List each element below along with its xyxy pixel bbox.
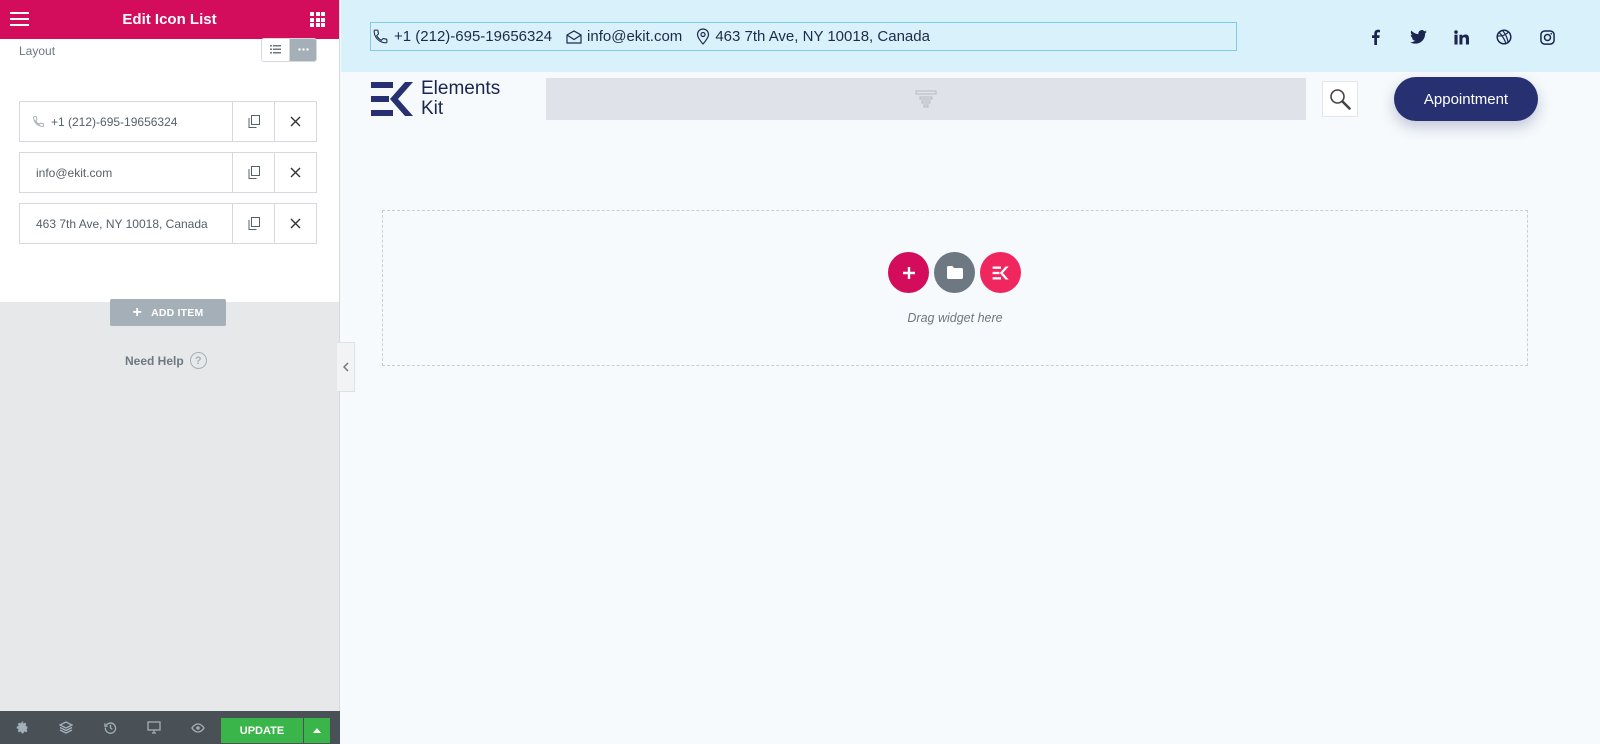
- facebook-icon[interactable]: [1366, 28, 1384, 46]
- panel-content: Layout +1 (212)-695-19656324 info@ekit.c…: [0, 37, 339, 326]
- plus-icon: [902, 266, 915, 279]
- linkedin-icon[interactable]: [1452, 28, 1470, 46]
- instagram-icon[interactable]: [1538, 28, 1556, 46]
- remove-button[interactable]: [274, 204, 316, 243]
- editor-panel: Edit Icon List Layout +1 (212)-695-19656…: [0, 0, 340, 744]
- repeater-item: 463 7th Ave, NY 10018, Canada: [19, 203, 317, 244]
- repeater-items: +1 (212)-695-19656324 info@ekit.com 463 …: [0, 62, 339, 244]
- caret-up-icon: [313, 728, 321, 733]
- contact-address[interactable]: 463 7th Ave, NY 10018, Canada: [696, 28, 930, 45]
- logo-text-line2: Kit: [421, 98, 444, 119]
- hamburger-menu-icon[interactable]: [10, 12, 29, 26]
- help-circle-icon: ?: [189, 352, 207, 369]
- repeater-item-title[interactable]: +1 (212)-695-19656324: [20, 102, 232, 141]
- contact-address-text: 463 7th Ave, NY 10018, Canada: [715, 28, 930, 45]
- ek-logo-icon: [371, 82, 413, 116]
- phone-icon: [373, 29, 388, 44]
- topbar: +1 (212)-695-19656324 info@ekit.com 463 …: [341, 0, 1600, 72]
- list-icon: [270, 45, 281, 54]
- ek-logo-icon: [992, 266, 1009, 279]
- logo-text-line1: Elements: [421, 78, 501, 99]
- folder-icon: [946, 266, 963, 279]
- panel-title: Edit Icon List: [122, 11, 217, 28]
- dribbble-icon[interactable]: [1495, 28, 1513, 46]
- logo-text: Elements Kit: [421, 79, 500, 119]
- add-item-button[interactable]: + ADD ITEM: [110, 299, 226, 326]
- map-pin-icon: [697, 28, 710, 45]
- empty-section-dropzone[interactable]: Drag widget here: [382, 210, 1528, 366]
- widgets-grid-icon[interactable]: [310, 12, 325, 27]
- icon-list-widget[interactable]: +1 (212)-695-19656324 info@ekit.com 463 …: [370, 22, 1237, 51]
- repeater-item-text: 463 7th Ave, NY 10018, Canada: [36, 216, 208, 231]
- elementskit-library-button[interactable]: [980, 252, 1021, 293]
- social-links: [1341, 28, 1556, 46]
- settings-icon[interactable]: [0, 711, 44, 744]
- need-help-link[interactable]: Need Help ?: [125, 352, 207, 369]
- layout-label: Layout: [19, 43, 56, 58]
- add-section-button[interactable]: [888, 252, 929, 293]
- layout-default-button[interactable]: [262, 38, 289, 61]
- search-icon: [1330, 89, 1351, 110]
- layout-inline-button[interactable]: [289, 38, 316, 61]
- envelope-icon: [566, 29, 582, 44]
- site-header: Elements Kit Appointment: [341, 72, 1600, 132]
- drag-widget-hint: Drag widget here: [907, 311, 1003, 325]
- contact-phone-text: +1 (212)-695-19656324: [394, 28, 553, 45]
- chevron-left-icon: [342, 362, 349, 372]
- repeater-item-title[interactable]: info@ekit.com: [20, 153, 232, 192]
- close-icon: [290, 167, 301, 178]
- duplicate-button[interactable]: [232, 204, 274, 243]
- layout-toggle: [261, 37, 317, 62]
- add-item-label: ADD ITEM: [151, 306, 204, 319]
- panel-header: Edit Icon List: [0, 0, 339, 39]
- elementskit-logo[interactable]: Elements Kit: [371, 78, 500, 120]
- copy-icon: [248, 166, 260, 179]
- search-button[interactable]: [1322, 81, 1358, 117]
- repeater-item-text: info@ekit.com: [36, 165, 113, 180]
- repeater-item-title[interactable]: 463 7th Ave, NY 10018, Canada: [20, 204, 232, 243]
- duplicate-button[interactable]: [232, 102, 274, 141]
- responsive-desktop-icon[interactable]: [132, 711, 176, 744]
- preview-eye-icon[interactable]: [176, 711, 220, 744]
- need-help-label: Need Help: [125, 353, 184, 368]
- contact-email-text: info@ekit.com: [587, 28, 683, 45]
- dropzone-buttons: [888, 252, 1026, 293]
- nav-menu-placeholder[interactable]: [546, 78, 1306, 120]
- repeater-item: info@ekit.com: [19, 152, 317, 193]
- add-template-button[interactable]: [934, 252, 975, 293]
- collapse-panel-button[interactable]: [337, 342, 355, 392]
- copy-icon: [248, 115, 260, 128]
- twitter-icon[interactable]: [1409, 28, 1427, 46]
- copy-icon: [248, 217, 260, 230]
- layout-control: Layout: [0, 37, 339, 62]
- update-options-button[interactable]: [304, 718, 330, 743]
- repeater-item: +1 (212)-695-19656324: [19, 101, 317, 142]
- ellipsis-icon: [297, 48, 309, 51]
- menu-widget-icon: [915, 90, 937, 108]
- remove-button[interactable]: [274, 153, 316, 192]
- plus-icon: +: [132, 303, 143, 321]
- remove-button[interactable]: [274, 102, 316, 141]
- contact-phone[interactable]: +1 (212)-695-19656324: [372, 28, 552, 45]
- close-icon: [290, 218, 301, 229]
- appointment-button[interactable]: Appointment: [1394, 77, 1538, 121]
- repeater-item-text: +1 (212)-695-19656324: [51, 114, 178, 129]
- history-icon[interactable]: [88, 711, 132, 744]
- update-button[interactable]: UPDATE: [221, 718, 303, 743]
- contact-email[interactable]: info@ekit.com: [566, 28, 682, 45]
- phone-icon: [30, 115, 46, 128]
- navigator-layers-icon[interactable]: [44, 711, 88, 744]
- close-icon: [290, 116, 301, 127]
- duplicate-button[interactable]: [232, 153, 274, 192]
- panel-footer: UPDATE: [0, 711, 340, 744]
